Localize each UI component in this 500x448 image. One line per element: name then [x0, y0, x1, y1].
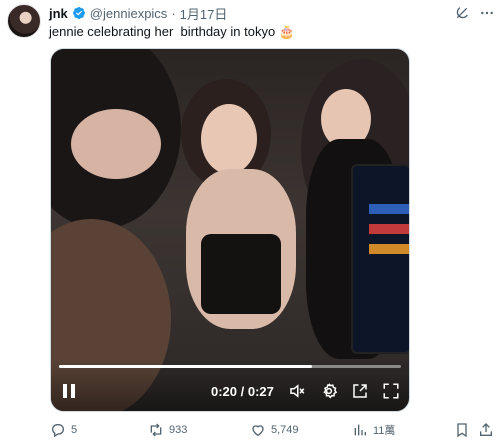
avatar[interactable] [7, 4, 41, 38]
separator-dot: · [171, 5, 176, 21]
more-icon[interactable] [478, 4, 496, 22]
post-text-body: jennie celebrating her birthday in tokyo [49, 24, 279, 39]
volume-muted-icon [290, 384, 305, 398]
picture-in-picture-button[interactable] [350, 381, 370, 401]
repost-icon [150, 423, 162, 437]
video-frame [51, 49, 409, 411]
post-header: jnk @jenniexpics · 1月17日 [49, 4, 228, 23]
video-progress-bar[interactable] [59, 365, 401, 368]
fullscreen-button[interactable] [381, 381, 401, 401]
mute-button[interactable] [287, 381, 307, 401]
like-count: 5,749 [271, 424, 299, 436]
user-handle[interactable]: @jenniexpics [90, 6, 168, 21]
reply-button[interactable]: 5 [50, 419, 77, 441]
user-display-name[interactable]: jnk [49, 6, 68, 21]
post-text: jennie celebrating her birthday in tokyo… [49, 24, 295, 40]
views-chart-icon [354, 424, 366, 436]
fullscreen-icon [383, 383, 399, 399]
pause-icon [63, 384, 75, 398]
birthday-cake-emoji: 🎂 [278, 24, 295, 39]
post-date[interactable]: 1月17日 [180, 4, 228, 23]
bookmark-button[interactable] [454, 419, 470, 441]
repost-count: 933 [169, 424, 188, 436]
picture-in-picture-icon [353, 384, 367, 398]
like-heart-icon [252, 425, 264, 437]
share-icon [480, 423, 492, 436]
post-actions: 5 933 5,749 11萬 [0, 419, 500, 441]
video-progress-fill [59, 365, 313, 368]
video-time: 0:20 / 0:27 [211, 383, 274, 399]
like-button[interactable]: 5,749 [250, 419, 299, 441]
settings-button[interactable] [319, 381, 339, 401]
reply-count: 5 [71, 424, 78, 436]
repost-button[interactable]: 933 [148, 419, 187, 441]
reply-icon [51, 424, 64, 438]
bookmark-icon [457, 423, 467, 438]
share-button[interactable] [478, 419, 494, 441]
settings-gear-icon [323, 383, 338, 399]
views-count: 11萬 [373, 425, 396, 437]
video-player[interactable]: 0:20 / 0:27 [50, 48, 410, 412]
verified-icon [72, 7, 85, 19]
grok-icon[interactable] [453, 4, 471, 22]
pause-button[interactable] [59, 381, 79, 401]
views-button[interactable]: 11萬 [352, 419, 395, 441]
